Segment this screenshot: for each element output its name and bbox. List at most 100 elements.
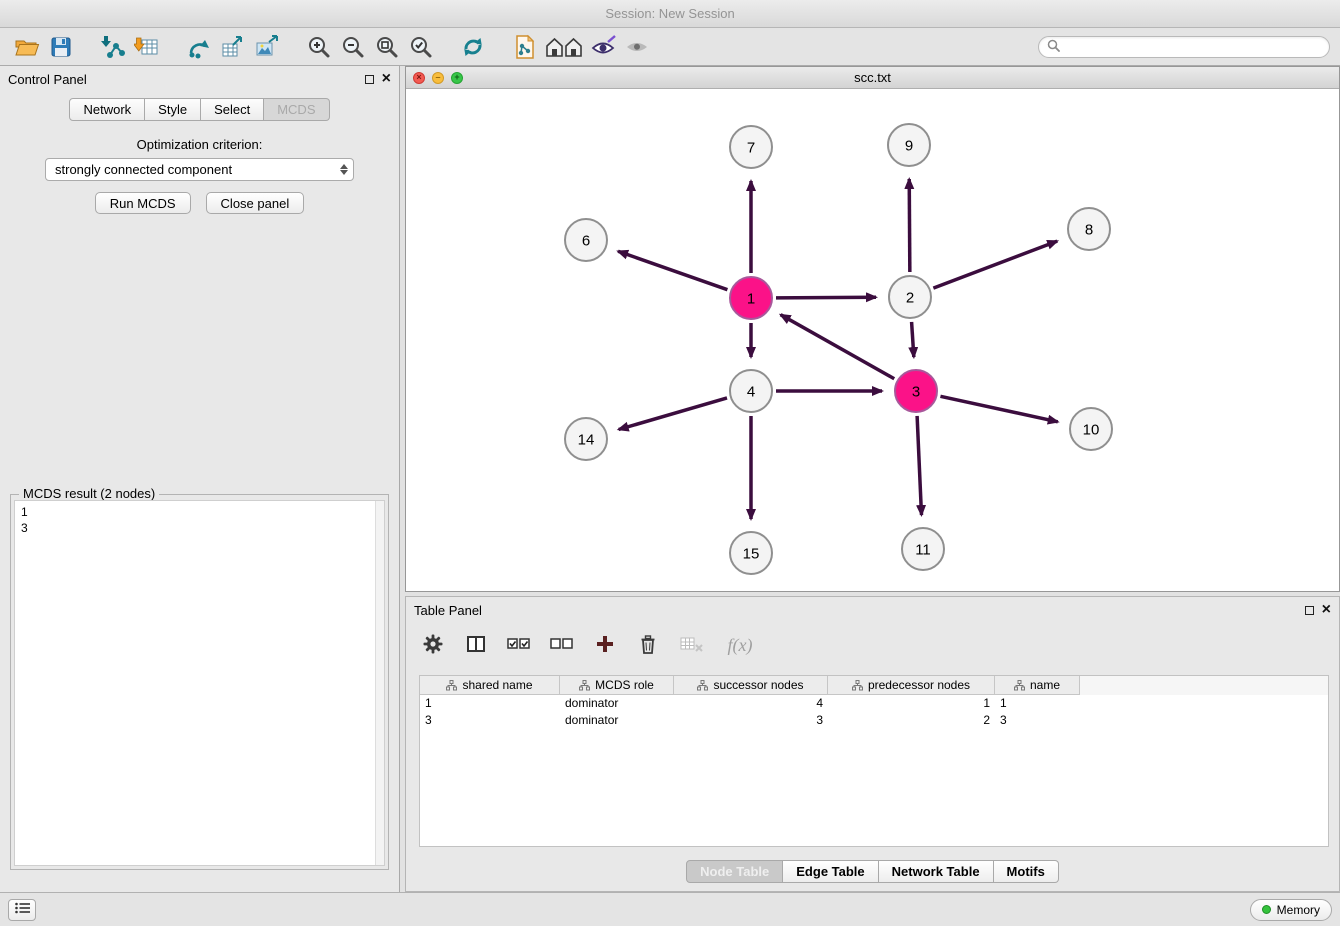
tab-style[interactable]: Style: [145, 98, 201, 121]
table-header-row: shared nameMCDS rolesuccessor nodesprede…: [420, 676, 1328, 695]
create-column-button[interactable]: [592, 632, 618, 658]
tab-network-table[interactable]: Network Table: [879, 860, 994, 883]
mcds-result-area[interactable]: 1 3: [14, 500, 385, 866]
float-table-panel-icon[interactable]: [1305, 606, 1314, 615]
checked-boxes-icon: [506, 634, 532, 657]
control-panel-title: Control Panel: [8, 72, 87, 87]
delete-column-button[interactable]: [635, 632, 661, 658]
result-scrollbar[interactable]: [375, 501, 384, 865]
export-table-icon: [220, 34, 246, 60]
graph-node-4[interactable]: 4: [730, 370, 772, 412]
plus-icon: [595, 634, 615, 657]
export-network-button[interactable]: [182, 32, 216, 62]
import-network-button[interactable]: [96, 32, 130, 62]
run-mcds-button[interactable]: Run MCDS: [95, 192, 191, 214]
graph-edge-1-2[interactable]: [776, 297, 876, 298]
table-cell: 1: [828, 695, 995, 712]
import-table-icon: [134, 34, 160, 60]
graph-edge-2-9[interactable]: [909, 179, 910, 272]
apply-layout-button[interactable]: [456, 32, 490, 62]
select-all-button[interactable]: [506, 632, 532, 658]
zoom-fit-button[interactable]: [370, 32, 404, 62]
criterion-dropdown[interactable]: strongly connected component: [45, 158, 354, 181]
graph-node-11[interactable]: 11: [902, 528, 944, 570]
show-columns-button[interactable]: [463, 632, 489, 658]
graph-node-3[interactable]: 3: [895, 370, 937, 412]
panel-menu-button[interactable]: [8, 899, 36, 921]
window-title: Session: New Session: [605, 6, 734, 21]
delete-table-button: [678, 632, 704, 658]
tab-node-table[interactable]: Node Table: [686, 860, 783, 883]
column-header-MCDS-role[interactable]: MCDS role: [560, 676, 674, 695]
search-field[interactable]: [1038, 36, 1330, 58]
graph-node-1[interactable]: 1: [730, 277, 772, 319]
graph-node-8[interactable]: 8: [1068, 208, 1110, 250]
graph-node-2[interactable]: 2: [889, 276, 931, 318]
zoom-in-button[interactable]: [302, 32, 336, 62]
deselect-all-button[interactable]: [549, 632, 575, 658]
table-cell: dominator: [560, 695, 674, 712]
first-neighbors-button[interactable]: [508, 32, 542, 62]
network-graph[interactable]: 7 9 6 8 1 2 4 3 14 10 15 11: [406, 89, 1339, 591]
column-label: name: [1030, 678, 1060, 692]
zoom-selected-button[interactable]: [404, 32, 438, 62]
float-panel-icon[interactable]: [365, 75, 374, 84]
table-delete-icon: [679, 633, 704, 658]
export-table-button[interactable]: [216, 32, 250, 62]
column-header-name[interactable]: name: [995, 676, 1080, 695]
control-panel-header: Control Panel ×: [0, 66, 399, 92]
close-panel-icon[interactable]: ×: [382, 73, 391, 85]
graph-edge-1-6[interactable]: [618, 251, 727, 289]
ndex-button[interactable]: [542, 32, 586, 62]
close-panel-button[interactable]: Close panel: [206, 192, 305, 214]
memory-button[interactable]: Memory: [1250, 899, 1332, 921]
tab-edge-table[interactable]: Edge Table: [783, 860, 878, 883]
memory-status-icon: [1262, 905, 1271, 914]
table-cell: 1: [420, 695, 560, 712]
zoom-fit-icon: [374, 34, 400, 60]
graph-node-9[interactable]: 9: [888, 124, 930, 166]
status-bar: Memory: [0, 892, 1340, 926]
table-settings-button[interactable]: [420, 632, 446, 658]
graph-node-6[interactable]: 6: [565, 219, 607, 261]
control-panel-tabs: NetworkStyleSelectMCDS: [0, 98, 399, 121]
tab-select[interactable]: Select: [201, 98, 264, 121]
network-canvas[interactable]: 7 9 6 8 1 2 4 3 14 10 15 11: [406, 89, 1339, 591]
gear-icon: [422, 633, 444, 658]
save-session-button[interactable]: [44, 32, 78, 62]
table-row[interactable]: 3dominator323: [420, 712, 1328, 729]
svg-text:9: 9: [905, 138, 913, 155]
graph-edge-3-11[interactable]: [917, 416, 921, 515]
graph-node-15[interactable]: 15: [730, 532, 772, 574]
graph-node-10[interactable]: 10: [1070, 408, 1112, 450]
import-table-button[interactable]: [130, 32, 164, 62]
export-network-icon: [186, 34, 212, 60]
optimization-criterion-label: Optimization criterion:: [0, 137, 399, 152]
close-table-panel-icon[interactable]: ×: [1322, 604, 1331, 616]
graph-edge-3-1[interactable]: [781, 315, 895, 379]
table-toolbar: f(x): [420, 623, 1329, 667]
graph-node-7[interactable]: 7: [730, 126, 772, 168]
table-row[interactable]: 1dominator411: [420, 695, 1328, 712]
column-header-shared-name[interactable]: shared name: [420, 676, 560, 695]
table-cell: 3: [420, 712, 560, 729]
open-session-button[interactable]: [10, 32, 44, 62]
graph-edge-2-3[interactable]: [912, 322, 914, 357]
tab-network[interactable]: Network: [69, 98, 145, 121]
dropdown-stepper-icon: [336, 160, 351, 179]
detail-eye-button[interactable]: [620, 32, 654, 62]
graph-node-14[interactable]: 14: [565, 418, 607, 460]
search-input[interactable]: [1065, 40, 1321, 54]
column-header-predecessor-nodes[interactable]: predecessor nodes: [828, 676, 995, 695]
two-houses-icon: [545, 35, 583, 59]
graph-edge-3-10[interactable]: [940, 396, 1057, 421]
zoom-out-button[interactable]: [336, 32, 370, 62]
graph-edge-4-14[interactable]: [619, 398, 727, 430]
column-header-successor-nodes[interactable]: successor nodes: [674, 676, 828, 695]
graph-edge-2-8[interactable]: [933, 241, 1057, 288]
svg-text:15: 15: [743, 546, 760, 563]
export-image-button[interactable]: [250, 32, 284, 62]
style-eye-button[interactable]: [586, 32, 620, 62]
tab-motifs[interactable]: Motifs: [994, 860, 1059, 883]
tab-mcds[interactable]: MCDS: [264, 98, 329, 121]
